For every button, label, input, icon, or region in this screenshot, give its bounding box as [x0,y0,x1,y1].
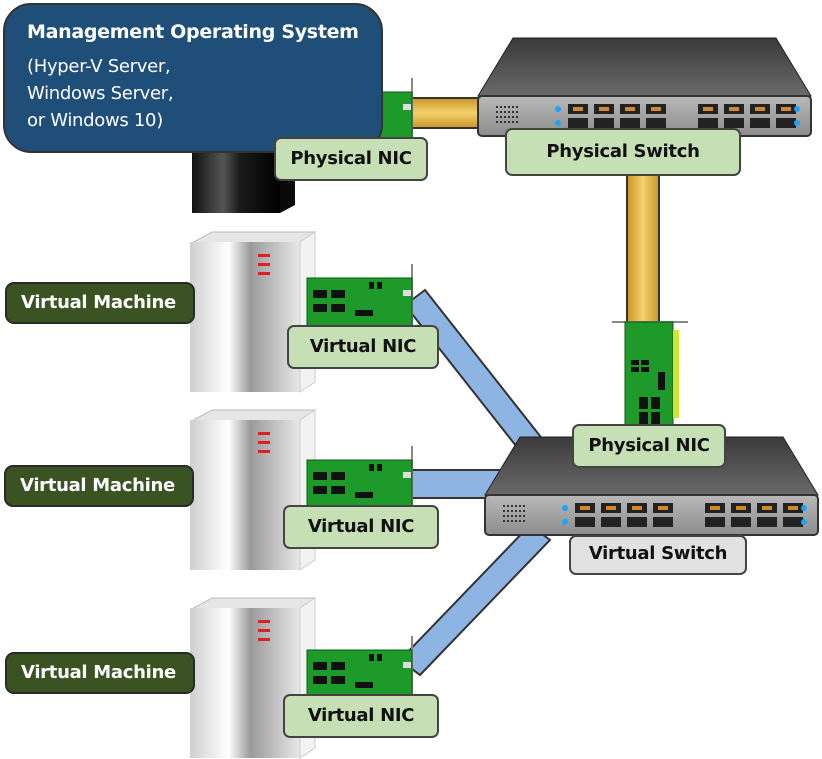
physical-switch-label: Physical Switch [505,128,741,176]
virtual-machine-label: Virtual Machine [5,282,195,324]
virtual-nic-label: Virtual NIC [283,505,439,549]
network-diagram: Management Operating System (Hyper-V Ser… [0,0,822,759]
virtual-machine-label: Virtual Machine [5,652,195,694]
virtual-nic-label: Virtual NIC [287,325,439,369]
host-physical-nic-label: Physical NIC [274,137,428,181]
physical-switch-icon [477,37,812,137]
management-os-title: Management Operating System [27,21,359,43]
management-os-line: or Windows 10) [27,110,163,131]
virtual-nic-label: Virtual NIC [283,694,439,738]
virtual-machine-label: Virtual Machine [4,465,194,507]
management-os-line: (Hyper-V Server, [27,56,171,77]
management-os-subtitle: (Hyper-V Server, Windows Server, or Wind… [27,53,174,134]
management-os-box: Management Operating System (Hyper-V Ser… [3,3,383,153]
switch-physical-nic-label: Physical NIC [572,424,726,468]
nic-card-icon [612,321,688,431]
physical-cable-switch [626,169,660,331]
management-os-line: Windows Server, [27,83,174,104]
virtual-switch-label: Virtual Switch [569,535,747,575]
